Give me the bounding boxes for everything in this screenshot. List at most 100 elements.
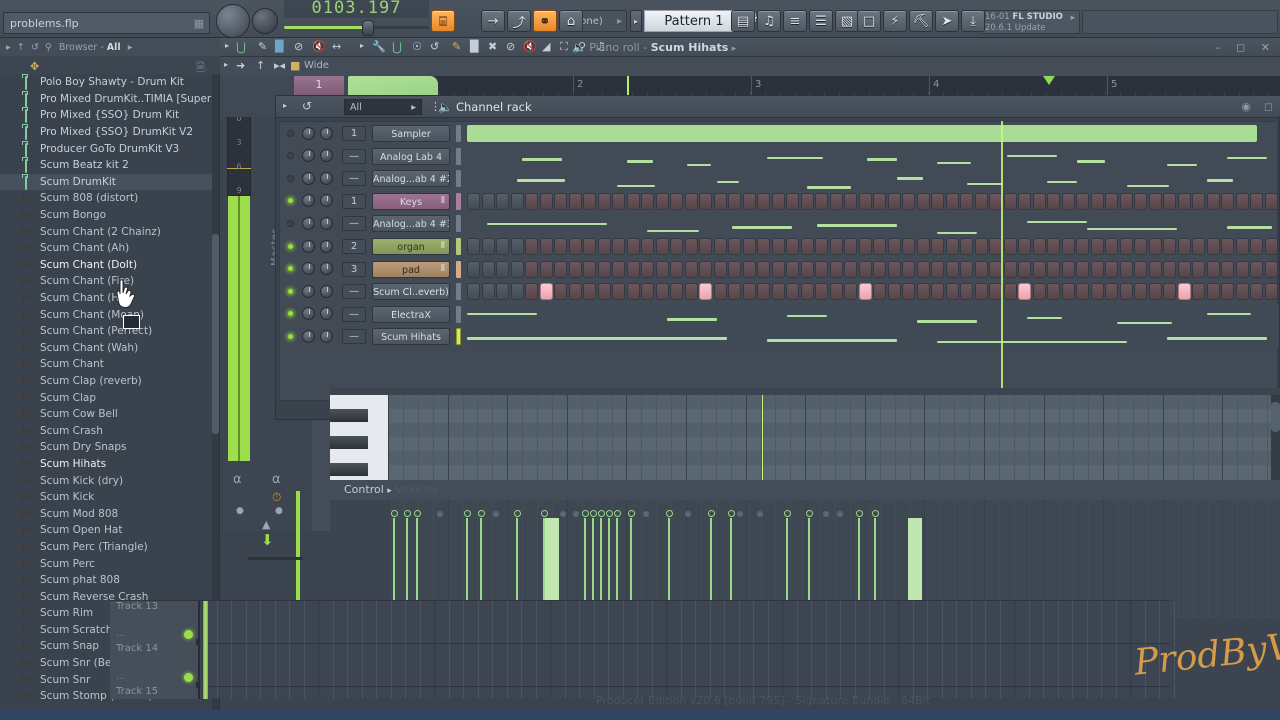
channel-rack-titlebar[interactable]: ▸ ↺ All ▸ ⋮ 🔈 Channel rack ◉ ◻	[276, 96, 1280, 118]
note-clip[interactable]	[807, 186, 851, 189]
browser-sample-item[interactable]: Scum Crash	[0, 422, 213, 439]
step-button[interactable]	[916, 283, 930, 301]
channel-mute-led[interactable]	[287, 310, 294, 318]
step-button[interactable]	[670, 260, 683, 278]
piano-roll-titlebar[interactable]: ▸ ⋃ ✎ █ ⊘ 🔇 ↔ ▸ 🔧 ⋃ ☉ ↺ ✎ █ ✖ ⊘ 🔇 ◢ ⛶ ⚲ …	[220, 38, 1280, 57]
velocity-handle[interactable]	[463, 510, 471, 517]
channel-mute-led[interactable]	[287, 174, 294, 182]
note-clip[interactable]	[1027, 316, 1062, 320]
step-row[interactable]	[467, 122, 1279, 145]
step-button[interactable]	[467, 192, 480, 210]
step-button[interactable]	[1061, 260, 1075, 278]
browser-sample-item[interactable]: Scum Mod 808	[0, 505, 213, 522]
step-button[interactable]	[496, 283, 509, 301]
step-button[interactable]	[742, 260, 756, 278]
step-button[interactable]	[641, 283, 654, 301]
step-sequencer-button[interactable]: ⌸	[431, 10, 455, 32]
step-button[interactable]	[1206, 260, 1220, 278]
note-clip[interactable]	[627, 160, 653, 163]
step-button[interactable]	[1018, 283, 1031, 301]
playlist-track-options[interactable]: ...	[116, 629, 125, 639]
step-button[interactable]	[974, 192, 988, 210]
step-button[interactable]	[510, 283, 524, 301]
channel-level-strip[interactable]	[456, 238, 461, 255]
channel-target-mixer-track[interactable]: 1	[342, 126, 366, 141]
channel-pan-knob[interactable]	[302, 216, 315, 230]
step-button[interactable]	[1076, 283, 1089, 301]
speaker-mute-icon[interactable]: 🔇	[312, 40, 326, 53]
step-button[interactable]	[1047, 238, 1060, 255]
pencil-icon[interactable]: ✎	[452, 40, 461, 53]
step-button[interactable]	[931, 283, 944, 301]
note-clip[interactable]	[897, 177, 923, 180]
channel-name-button[interactable]: Scum Hihats	[372, 328, 450, 346]
browser-folder-item[interactable]: Pro Mixed DrumKit..TIMIA [SuperStar O]	[0, 91, 213, 108]
step-button[interactable]	[612, 283, 625, 301]
browser-sample-item[interactable]: Scum Clap	[0, 389, 213, 406]
velocity-handle[interactable]	[613, 510, 621, 517]
step-button[interactable]	[742, 238, 756, 255]
step-button[interactable]	[510, 238, 524, 255]
channel-mute-led[interactable]	[287, 129, 294, 137]
note-clip[interactable]	[817, 224, 897, 227]
channel-mute-led[interactable]	[287, 219, 294, 227]
channel-target-mixer-track[interactable]: —	[342, 329, 366, 345]
note-clip[interactable]	[1167, 163, 1197, 167]
channel-volume-knob[interactable]	[320, 171, 333, 185]
channel-volume-knob[interactable]	[320, 126, 333, 140]
playlist-track-name[interactable]: Track 13	[116, 601, 158, 612]
step-button[interactable]	[771, 192, 785, 210]
step-button[interactable]	[887, 260, 901, 278]
brush-icon[interactable]: ➜	[236, 59, 245, 72]
step-row[interactable]	[467, 258, 1279, 281]
note-clip[interactable]	[1007, 154, 1057, 158]
step-button[interactable]	[1090, 260, 1104, 278]
velocity-handle[interactable]	[855, 510, 863, 517]
chevron-right-icon[interactable]: ▸	[360, 41, 364, 50]
step-button[interactable]	[858, 238, 872, 255]
step-button[interactable]	[699, 283, 712, 301]
step-button[interactable]	[1221, 283, 1234, 301]
step-row[interactable]	[467, 190, 1279, 213]
step-button[interactable]	[1032, 283, 1046, 301]
delete-icon[interactable]: ✖	[488, 40, 497, 53]
piano-keyboard[interactable]	[330, 395, 388, 480]
piano-black-key[interactable]	[330, 409, 368, 422]
step-button[interactable]	[974, 283, 988, 301]
browser-folder-item[interactable]: Scum DrumKit	[0, 173, 213, 191]
step-button[interactable]	[757, 283, 770, 301]
note-clip[interactable]	[487, 222, 607, 226]
step-button[interactable]	[699, 238, 712, 255]
step-button[interactable]	[974, 260, 988, 278]
step-button[interactable]	[1047, 283, 1060, 301]
step-button[interactable]	[655, 283, 669, 301]
new-file-button[interactable]: □	[857, 10, 881, 32]
velocity-handle[interactable]	[589, 510, 597, 517]
step-button[interactable]	[670, 283, 683, 301]
step-button[interactable]	[1177, 238, 1191, 255]
step-button[interactable]	[858, 192, 872, 210]
step-button[interactable]	[612, 192, 625, 210]
step-button[interactable]	[1105, 260, 1118, 278]
browser-sample-item[interactable]: Scum Perc (Triangle)	[0, 539, 213, 556]
channel-mute-led[interactable]	[287, 287, 294, 295]
step-button[interactable]	[945, 192, 959, 210]
browser-sample-item[interactable]: Scum Kick (dry)	[0, 472, 213, 489]
channel-name-button[interactable]: Analog...ab 4 #2	[372, 170, 450, 188]
step-button[interactable]	[1264, 283, 1278, 301]
step-button[interactable]	[1192, 283, 1205, 301]
step-button[interactable]	[1235, 192, 1249, 210]
step-button[interactable]	[554, 283, 567, 301]
velocity-handle[interactable]	[581, 510, 589, 517]
channel-target-mixer-track[interactable]: 3	[342, 261, 366, 277]
step-row[interactable]	[467, 167, 1279, 190]
step-button[interactable]	[728, 192, 741, 210]
step-button[interactable]	[1090, 238, 1104, 255]
step-button[interactable]	[626, 283, 640, 301]
step-button[interactable]	[931, 192, 944, 210]
step-button[interactable]	[713, 260, 727, 278]
step-button[interactable]	[626, 260, 640, 278]
playlist-marker[interactable]	[1043, 76, 1055, 85]
chevron-right-icon[interactable]: ▸	[6, 42, 11, 53]
step-button[interactable]	[1192, 260, 1205, 278]
